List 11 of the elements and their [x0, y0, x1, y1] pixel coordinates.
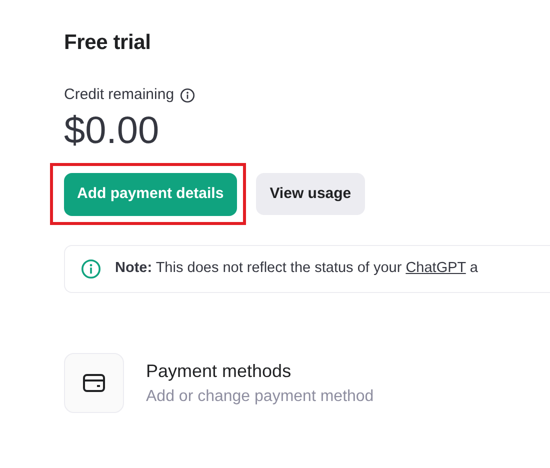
info-icon[interactable] [180, 88, 196, 103]
credit-amount: $0.00 [64, 111, 160, 153]
settings-title[interactable]: Payment methods [146, 358, 374, 385]
page-title: Free trial [64, 30, 152, 56]
settings-subtitle: Add or change payment method [146, 386, 374, 407]
view-usage-button[interactable]: View usage [256, 172, 366, 216]
info-icon [81, 259, 101, 280]
credit-card-icon [82, 373, 106, 394]
chatgpt-link[interactable]: ChatGPT [406, 260, 466, 276]
credit-label: Credit remaining [64, 85, 174, 106]
note-text: Note: This does not reflect the status of your ChatGPT a [115, 259, 478, 278]
